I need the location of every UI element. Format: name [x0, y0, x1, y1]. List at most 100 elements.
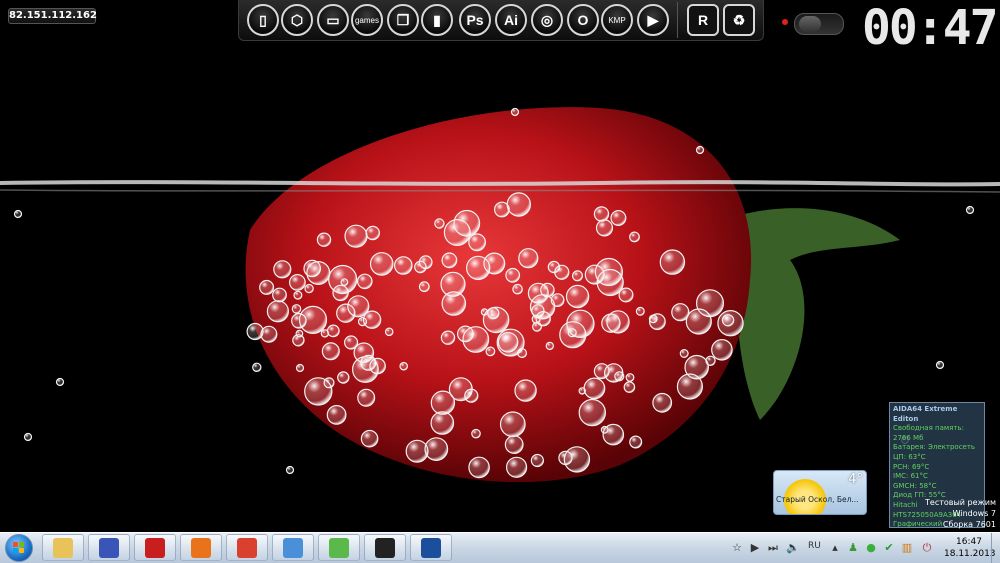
aida-sensor-line: GMCH: 58°C: [893, 481, 937, 490]
wallpaper-bubble: [285, 465, 295, 475]
wallpaper-bubble: [424, 437, 449, 462]
language-indicator[interactable]: RU: [808, 541, 821, 551]
phone-icon[interactable]: ▯: [247, 4, 279, 36]
photoshop-taskbar-icon: [421, 537, 441, 558]
documents-icon[interactable]: ❐: [387, 4, 419, 36]
wallpaper-bubble: [441, 291, 467, 316]
wallpaper-bubble: [328, 264, 358, 295]
illustrator-icon[interactable]: Ai: [495, 4, 527, 36]
wallpaper-bubble: [629, 435, 643, 449]
network-icon[interactable]: ▥: [900, 541, 914, 555]
wallpaper-bubble: [273, 260, 292, 279]
wallpaper-bubble: [259, 279, 275, 295]
explorer-taskbar-button[interactable]: [42, 534, 84, 561]
explorer-icon[interactable]: ▭: [317, 4, 349, 36]
chrome-icon[interactable]: ◎: [531, 4, 563, 36]
aida-sensor-line: IMC: 61°C: [893, 472, 928, 481]
wallpaper-bubble: [304, 377, 333, 406]
play-icon[interactable]: ▶: [748, 541, 762, 555]
wallpaper-bubble: [505, 267, 521, 283]
green-circle-icon[interactable]: ●: [864, 541, 878, 555]
dropbox-icon[interactable]: ⬡: [281, 4, 313, 36]
control-panel-taskbar-button[interactable]: [272, 534, 314, 561]
tray-clock[interactable]: 16:47 18.11.2013: [944, 536, 996, 560]
green-tray-icon[interactable]: ♟: [846, 541, 860, 555]
wallpaper-bubble: [316, 232, 332, 247]
wallpaper-bubble: [360, 429, 379, 448]
wallpaper-bubble: [648, 314, 658, 324]
wallpaper-bubble: [514, 379, 537, 402]
book-icon[interactable]: ▮: [421, 4, 453, 36]
kmplayer-icon[interactable]: KMP: [601, 4, 633, 36]
recycle-bin-icon[interactable]: ♻: [723, 4, 755, 36]
image-viewer-taskbar-button[interactable]: [364, 534, 406, 561]
wallpaper-bubble: [635, 306, 645, 316]
start-button[interactable]: [2, 534, 36, 562]
wallpaper-bubble: [545, 341, 555, 351]
wallpaper-bubble: [353, 342, 375, 363]
wallpaper-bubble: [344, 224, 368, 248]
wallpaper-bubble: [711, 338, 733, 361]
wallpaper-bubble: [466, 255, 491, 281]
aida-sensor-line: ЦП: 63°C: [893, 452, 926, 461]
rkn-taskbar-icon: [145, 537, 165, 558]
wallpaper-bubble: [695, 145, 705, 155]
aida-sensor-line: Батарея: Электросеть: [893, 443, 976, 452]
firefox-taskbar-button[interactable]: [180, 534, 222, 561]
toggle-knob[interactable]: [799, 16, 821, 32]
wallpaper-bubble: [512, 283, 523, 295]
wallpaper-bubble: [506, 192, 531, 217]
wallpaper-bubble: [393, 256, 413, 275]
power-icon[interactable]: ⏻: [920, 541, 934, 555]
wallpaper-bubble: [471, 428, 481, 439]
wallpaper-bubble: [326, 405, 347, 425]
photoshop-icon[interactable]: Ps: [459, 4, 491, 36]
opera-icon[interactable]: O: [567, 4, 599, 36]
chrome-taskbar-button[interactable]: [226, 534, 268, 561]
wallpaper-bubble: [399, 361, 409, 371]
wallpaper-bubble: [55, 377, 65, 387]
wallpaper-bubble: [347, 295, 370, 318]
weather-city: Старый Оскол, Бел...: [776, 495, 859, 504]
wallpaper-bubble: [369, 252, 394, 276]
aida-sensor-line: PCH: 69°C: [893, 462, 930, 471]
wallpaper-bubble: [414, 260, 427, 274]
photoshop-taskbar-button[interactable]: [410, 534, 452, 561]
wallpaper-bubble: [266, 300, 289, 323]
wallpaper-bubble: [289, 274, 306, 291]
wallpaper-bubble: [295, 329, 304, 338]
check-icon[interactable]: ✔: [882, 541, 896, 555]
wallpaper-bubble: [593, 363, 610, 380]
download-taskbar-button[interactable]: [318, 534, 360, 561]
media-player-icon[interactable]: ▶: [637, 4, 669, 36]
star-icon[interactable]: ☆: [730, 541, 744, 555]
wallpaper-bubble: [965, 205, 975, 215]
games-icon[interactable]: games: [351, 4, 383, 36]
rkn-taskbar-button[interactable]: [134, 534, 176, 561]
desktop-clock: 00:47: [862, 0, 999, 56]
wallpaper-bubble: [462, 326, 490, 353]
wallpaper-bubble: [510, 107, 520, 117]
toggle-switch[interactable]: [794, 13, 844, 35]
wallpaper-bubble: [13, 209, 23, 219]
rkn-icon[interactable]: R: [687, 4, 719, 36]
wallpaper-bubble: [260, 325, 278, 343]
taskbar: ☆ ▶ ⏭ 🔈 RU ▴ ♟ ● ✔ ▥ ⏻ 16:47 18.11.2013: [0, 532, 1000, 563]
wallpaper-bubble: [418, 281, 430, 293]
wallpaper-bubble: [935, 360, 945, 370]
wallpaper-bubble: [610, 210, 627, 227]
next-track-icon[interactable]: ⏭: [766, 541, 780, 555]
wallpaper-bubble: [518, 248, 539, 269]
wallpaper-bubble: [487, 307, 500, 320]
watermark-line: Сборка 7601: [942, 520, 996, 529]
test-mode-watermark: Тестовый режим Windows 7 Сборка 7601: [925, 497, 996, 530]
wallpaper-bubble: [441, 252, 458, 269]
wallpaper-bubble: [321, 342, 340, 361]
weather-gadget[interactable]: 4° Старый Оскол, Бел...: [773, 470, 867, 515]
save-taskbar-button[interactable]: [88, 534, 130, 561]
wallpaper-bubble: [272, 287, 287, 303]
wallpaper-bubble: [499, 411, 526, 438]
show-desktop-button[interactable]: [991, 533, 1000, 563]
show-hidden-icons-icon[interactable]: ▴: [828, 541, 842, 555]
volume-icon[interactable]: 🔈: [786, 541, 800, 555]
